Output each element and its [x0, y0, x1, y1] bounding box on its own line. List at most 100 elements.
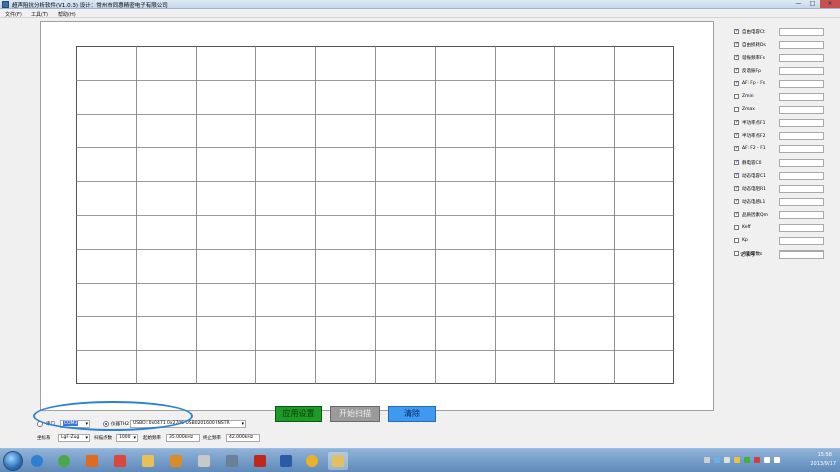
param-checkbox[interactable] [734, 198, 739, 204]
start-freq-input[interactable]: 35.000kHz [166, 434, 200, 442]
menu-file[interactable]: 文件(F) [5, 11, 22, 18]
maximize-button[interactable]: □ [807, 0, 818, 8]
tray-icon[interactable] [724, 457, 730, 463]
param-value-field[interactable] [779, 185, 824, 193]
tray-icon[interactable] [704, 457, 710, 463]
tray-icon[interactable] [744, 457, 750, 463]
minimize-button[interactable]: — [793, 0, 804, 8]
taskbar-pdf-icon[interactable] [250, 452, 270, 470]
taskbar-app-icon[interactable] [54, 452, 74, 470]
param-checkbox[interactable] [734, 211, 739, 217]
taskbar-active-app[interactable] [328, 452, 348, 470]
taskbar-chrome-icon[interactable] [302, 452, 322, 470]
taskbar-word-icon[interactable] [276, 452, 296, 470]
param-label: Zmax [742, 107, 755, 112]
param-checkbox[interactable] [734, 107, 739, 112]
clear-button[interactable]: 清除 [388, 406, 436, 422]
param-value-field[interactable] [779, 119, 824, 127]
tray-icon[interactable] [714, 457, 720, 463]
plot-panel [40, 21, 714, 411]
param-label: 反谐振Fp [742, 69, 761, 74]
param-checkbox[interactable] [734, 238, 739, 243]
coord-value: LgF-Zug [61, 435, 80, 440]
param-label: 谐振频率Fs [742, 56, 765, 61]
scan-points-value: 1000 [119, 435, 131, 440]
taskbar-ie-icon[interactable] [27, 452, 47, 470]
param-label: 动态电阻R1 [742, 187, 766, 192]
param-label: ΔF: F2 - F1 [742, 146, 766, 151]
plot-grid [76, 46, 674, 384]
network-icon[interactable] [764, 457, 770, 463]
close-button[interactable]: ✕ [820, 0, 840, 8]
param-checkbox[interactable] [734, 94, 739, 99]
menu-help[interactable]: 帮助(H) [58, 11, 76, 18]
tray-icon[interactable] [734, 457, 740, 463]
param-value-field[interactable] [779, 159, 824, 167]
param-checkbox[interactable] [734, 67, 739, 73]
param-checkbox[interactable] [734, 251, 739, 256]
param-value-field[interactable] [779, 93, 824, 101]
annotation-ellipse [33, 401, 193, 431]
param-label: ΔF: Fp - Fs [742, 81, 766, 86]
param-label: 静电容C0 [742, 161, 762, 166]
param-value-field[interactable] [779, 54, 824, 62]
param-checkbox[interactable] [734, 159, 739, 165]
coord-select[interactable]: LgF-Zug [58, 434, 90, 442]
clock-time[interactable]: 15:58 [818, 452, 832, 458]
param-checkbox[interactable] [734, 185, 739, 191]
scan-points-label: 扫描点数 [94, 436, 112, 441]
param-checkbox[interactable] [734, 54, 739, 60]
param-value-field[interactable] [779, 237, 824, 245]
param-value-field[interactable] [779, 80, 824, 88]
param-label: Zmin [742, 94, 754, 99]
title-bar: 超声阻抗分析软件(V1.0.3) 设计：常州市同惠精密电子有限公司 — □ ✕ [0, 0, 840, 9]
param-checkbox[interactable] [734, 172, 739, 178]
volume-icon[interactable] [774, 457, 780, 463]
start-scan-button[interactable]: 开始扫描 [330, 406, 380, 422]
start-button[interactable] [3, 451, 23, 471]
system-tray: 15:58 2013/9/17 [700, 449, 840, 472]
param-checkbox[interactable] [734, 145, 739, 151]
param-value-field[interactable] [779, 145, 824, 153]
taskbar: 15:58 2013/9/17 [0, 448, 840, 472]
param-label: Kp [742, 238, 748, 243]
param-checkbox[interactable] [734, 80, 739, 86]
param-value-field[interactable] [779, 198, 824, 206]
param-label: 自由电容Ct [742, 30, 765, 35]
taskbar-app-icon[interactable] [110, 452, 130, 470]
param-checkbox[interactable] [734, 119, 739, 125]
grid-border [76, 46, 674, 384]
window-title: 超声阻抗分析软件(V1.0.3) 设计：常州市同惠精密电子有限公司 [12, 3, 168, 9]
tray-icon[interactable] [754, 457, 760, 463]
param-label: 动态电容C1 [742, 174, 767, 179]
record-number-field[interactable] [779, 251, 824, 259]
param-label: 自由损耗Ds [742, 43, 766, 48]
taskbar-app-icon[interactable] [222, 452, 242, 470]
param-value-field[interactable] [779, 211, 824, 219]
param-value-field[interactable] [779, 106, 824, 114]
taskbar-folder-icon[interactable] [138, 452, 158, 470]
param-value-field[interactable] [779, 28, 824, 36]
taskbar-app-icon[interactable] [166, 452, 186, 470]
param-checkbox[interactable] [734, 225, 739, 230]
param-value-field[interactable] [779, 132, 824, 140]
param-checkbox[interactable] [734, 132, 739, 138]
stop-freq-input[interactable]: 42.000kHz [226, 434, 260, 442]
taskbar-app-icon[interactable] [82, 452, 102, 470]
menu-tools[interactable]: 工具(T) [31, 11, 48, 18]
app-icon [2, 1, 9, 8]
scan-points-select[interactable]: 1000 [116, 434, 138, 442]
param-checkbox[interactable] [734, 41, 739, 47]
param-checkbox[interactable] [734, 28, 739, 34]
param-value-field[interactable] [779, 172, 824, 180]
param-value-field[interactable] [779, 41, 824, 49]
param-value-field[interactable] [779, 67, 824, 75]
apply-settings-button[interactable]: 应用设置 [275, 406, 322, 422]
client-area [0, 18, 840, 448]
clock-date[interactable]: 2013/9/17 [810, 461, 836, 467]
param-label: 半功率点F2 [742, 134, 766, 139]
start-freq-label: 起始频率 [143, 436, 161, 441]
taskbar-app-icon[interactable] [194, 452, 214, 470]
param-value-field[interactable] [779, 224, 824, 232]
param-label: 品质因素Qm [742, 213, 768, 218]
